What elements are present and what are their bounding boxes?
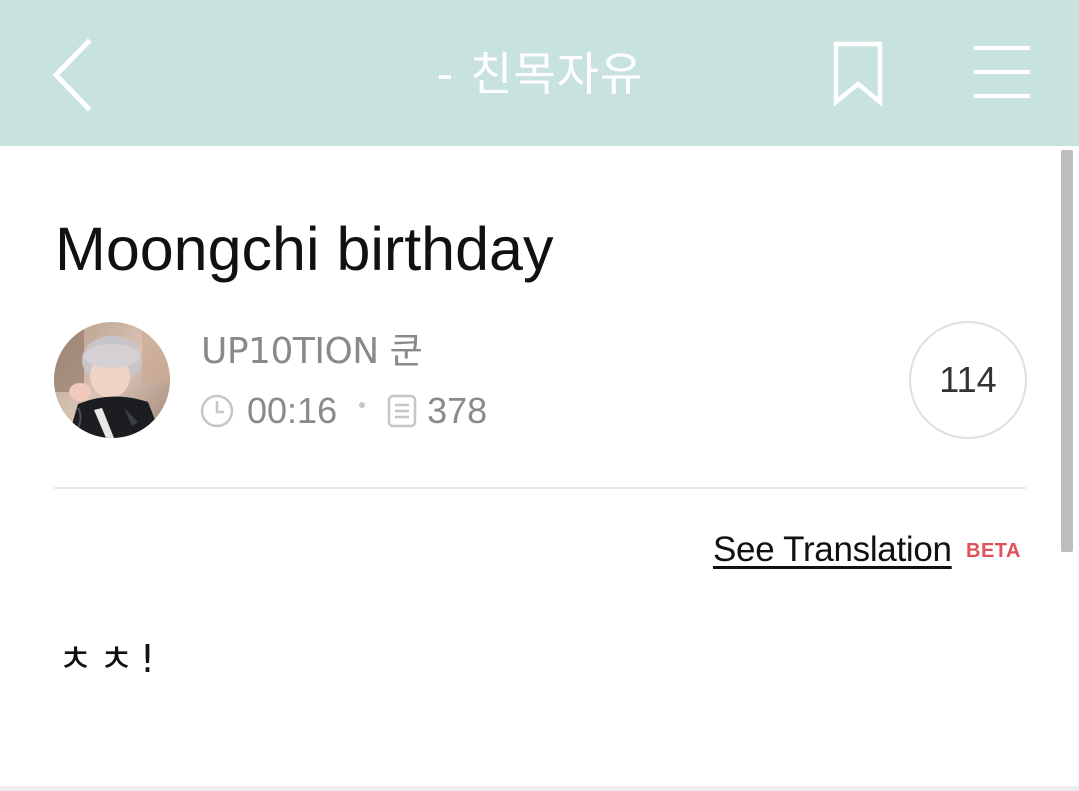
bookmark-icon: [833, 41, 883, 107]
see-translation-link[interactable]: See Translation: [713, 528, 952, 572]
bottom-divider: [0, 786, 1079, 791]
menu-button[interactable]: [962, 34, 1044, 114]
hamburger-menu-icon: [974, 46, 1030, 98]
document-icon: [387, 394, 417, 428]
author-name[interactable]: UP10TION 쿤: [201, 330, 423, 374]
view-count: 378: [427, 390, 488, 431]
avatar-image: [54, 322, 170, 438]
beta-badge: BETA: [966, 540, 1021, 562]
post-body: ㅊㅊ!: [58, 637, 162, 681]
like-count: 114: [939, 359, 997, 400]
board-title: - 친목자유: [436, 47, 644, 101]
back-button[interactable]: [40, 30, 110, 120]
scrollbar[interactable]: [1061, 150, 1073, 552]
post-meta: 00:16 378: [199, 389, 487, 433]
post-time: 00:16: [247, 390, 338, 431]
chevron-left-icon: [52, 38, 92, 112]
clock-icon: [200, 394, 234, 428]
divider: [54, 487, 1026, 489]
separator-dot: [359, 402, 366, 408]
post-title: Moongchi birthday: [55, 215, 554, 283]
like-count-button[interactable]: 114: [909, 321, 1027, 439]
bookmark-button[interactable]: [822, 32, 894, 114]
author-avatar[interactable]: [54, 322, 170, 438]
app-screen: - 친목자유 Moongchi birthday UP10TION 쿤 00:1…: [0, 0, 1079, 791]
app-header: - 친목자유: [0, 0, 1079, 146]
